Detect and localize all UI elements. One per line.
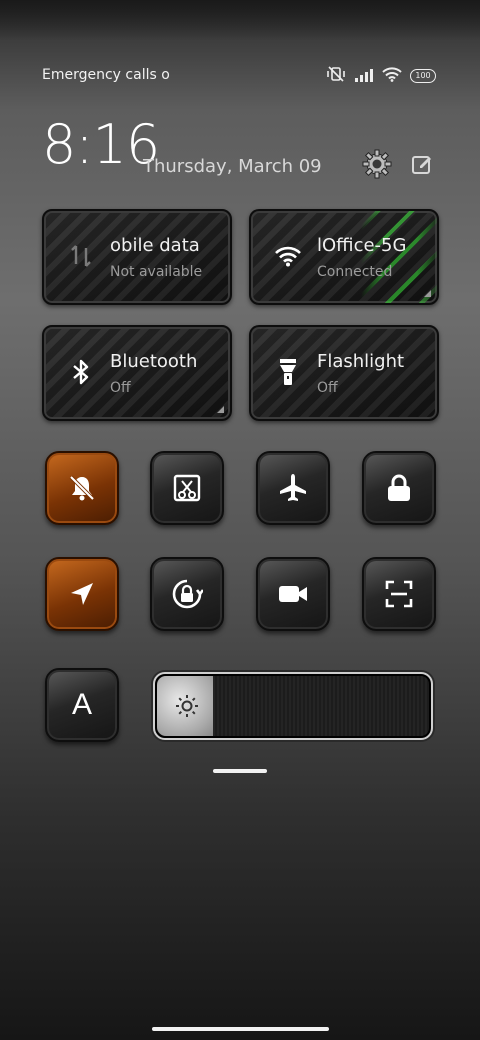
- tile-subtitle: Not available: [110, 264, 203, 280]
- auto-brightness-button[interactable]: A: [45, 668, 119, 742]
- tile-title: obile data: [110, 235, 200, 256]
- carrier-text: Emergency calls o: [42, 67, 170, 83]
- scanner-icon: [385, 580, 413, 608]
- top-shade: [0, 0, 480, 40]
- airplane-icon: [280, 474, 306, 501]
- tile-title: Bluetooth: [110, 351, 198, 372]
- toggle-location[interactable]: [45, 557, 119, 631]
- date: Thursday, March 09: [143, 156, 322, 177]
- settings-button[interactable]: [361, 148, 393, 180]
- toggle-silent[interactable]: [45, 451, 119, 525]
- home-indicator[interactable]: [152, 1027, 329, 1031]
- brightness-slider[interactable]: [153, 672, 433, 740]
- sun-icon: [176, 695, 198, 717]
- tile-title: lOffice-5G: [317, 235, 407, 256]
- tile-subtitle: Connected: [317, 264, 393, 280]
- toggle-screenshot[interactable]: [150, 451, 224, 525]
- flashlight-icon: [273, 357, 303, 387]
- clock: 8:16: [42, 113, 160, 176]
- expand-corner-icon: [217, 406, 224, 413]
- expand-corner-icon: [424, 290, 431, 297]
- bluetooth-icon: [66, 357, 96, 387]
- tile-bluetooth[interactable]: Bluetooth Off: [42, 325, 232, 421]
- vibrate-off-icon: [326, 66, 346, 86]
- signal-icon: [354, 67, 374, 86]
- screen-record-icon: [279, 586, 307, 602]
- edit-icon: [412, 156, 431, 174]
- toggle-lock[interactable]: [362, 451, 436, 525]
- tile-flashlight[interactable]: Flashlight Off: [249, 325, 439, 421]
- lock-icon: [388, 474, 410, 501]
- tile-mobile-data[interactable]: obile data Not available: [42, 209, 232, 305]
- toggle-screen-record[interactable]: [256, 557, 330, 631]
- tile-subtitle: Off: [317, 380, 338, 396]
- battery-icon: 100: [410, 69, 436, 83]
- status-icons: 100: [326, 66, 436, 86]
- tile-title: Flashlight: [317, 351, 405, 372]
- silent-icon: [69, 475, 95, 501]
- edit-button[interactable]: [406, 148, 438, 180]
- toggle-airplane[interactable]: [256, 451, 330, 525]
- screenshot-icon: [173, 474, 201, 502]
- rotation-lock-icon: [172, 579, 203, 609]
- drag-handle[interactable]: [213, 769, 267, 773]
- tile-wifi[interactable]: lOffice-5G Connected: [249, 209, 439, 305]
- mobile-data-icon: [66, 241, 96, 271]
- location-icon: [71, 583, 93, 605]
- brightness-fill: [157, 676, 213, 736]
- toggle-rotation-lock[interactable]: [150, 557, 224, 631]
- auto-brightness-label: A: [71, 688, 92, 721]
- tile-subtitle: Off: [110, 380, 131, 396]
- toggle-scanner[interactable]: [362, 557, 436, 631]
- wifi-icon: [273, 241, 303, 271]
- gear-icon: [362, 149, 392, 179]
- wifi-icon: [382, 66, 402, 86]
